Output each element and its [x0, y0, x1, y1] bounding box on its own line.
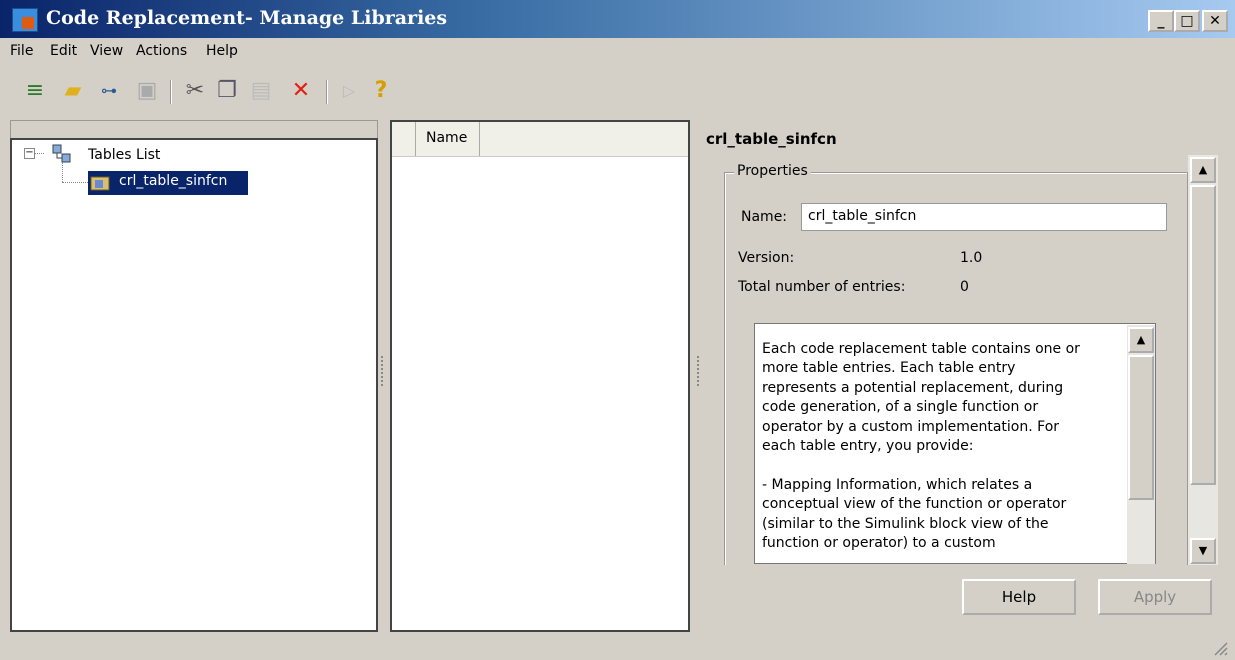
version-label: Version: [738, 250, 795, 266]
menu-help[interactable]: Help [206, 43, 238, 59]
toolbar-separator [326, 80, 328, 104]
scroll-up-icon[interactable]: ▲ [1190, 157, 1216, 183]
properties-label: Properties [734, 163, 811, 179]
tree-connector [62, 182, 88, 183]
properties-scroll-thumb[interactable] [1190, 185, 1216, 485]
minimize-button[interactable]: _ [1148, 10, 1174, 32]
window-title: Code Replacement- Manage Libraries [46, 7, 448, 29]
tree-header [10, 120, 378, 140]
tables-tree[interactable] [10, 138, 378, 632]
resize-grip-icon[interactable] [1212, 640, 1228, 656]
description-scroll-thumb[interactable] [1128, 355, 1154, 500]
help-button[interactable]: Help [962, 579, 1076, 615]
tree-root-label[interactable]: Tables List [88, 147, 160, 163]
splitter-handle[interactable] [381, 356, 385, 386]
menu-edit[interactable]: Edit [50, 43, 77, 59]
entries-value: 0 [960, 279, 969, 295]
tree-connector [62, 162, 64, 182]
open-folder-icon[interactable]: ▰ [60, 78, 86, 104]
delete-icon[interactable]: ✕ [288, 78, 314, 104]
name-field[interactable]: crl_table_sinfcn [801, 203, 1167, 231]
name-label: Name: [741, 209, 788, 225]
menu-actions[interactable]: Actions [136, 43, 187, 59]
detail-title: crl_table_sinfcn [706, 130, 837, 148]
add-entry-icon[interactable]: ⊶ [96, 78, 122, 104]
tables-list-icon [52, 144, 72, 164]
menu-file[interactable]: File [10, 43, 33, 59]
close-button[interactable]: ✕ [1202, 10, 1228, 32]
scroll-up-icon[interactable]: ▲ [1128, 327, 1154, 353]
copy-icon[interactable]: ❐ [214, 78, 240, 104]
validate-icon[interactable]: ▷ [336, 78, 362, 104]
tree-connector [34, 153, 44, 154]
entries-label: Total number of entries: [738, 279, 906, 295]
paste-icon[interactable]: ▤ [248, 78, 274, 104]
app-icon [12, 8, 38, 32]
cut-icon[interactable]: ✂ [182, 78, 208, 104]
toolbar-separator [170, 80, 172, 104]
save-icon[interactable]: ▣ [134, 78, 160, 104]
description-text: Each code replacement table contains one… [762, 341, 1080, 552]
help-icon[interactable]: ? [368, 78, 394, 104]
menu-view[interactable]: View [90, 43, 123, 59]
maximize-button[interactable]: □ [1174, 10, 1200, 32]
tree-child-label[interactable]: crl_table_sinfcn [119, 173, 227, 189]
version-value: 1.0 [960, 250, 983, 266]
table-icon [90, 174, 112, 192]
column-header-name[interactable]: Name [418, 122, 480, 156]
scroll-down-icon[interactable]: ▼ [1190, 538, 1216, 564]
apply-button[interactable]: Apply [1098, 579, 1212, 615]
list-header-corner [392, 122, 416, 156]
entries-list[interactable] [390, 120, 690, 632]
splitter-handle[interactable] [697, 356, 701, 386]
new-table-icon[interactable]: ≡ [22, 78, 48, 104]
